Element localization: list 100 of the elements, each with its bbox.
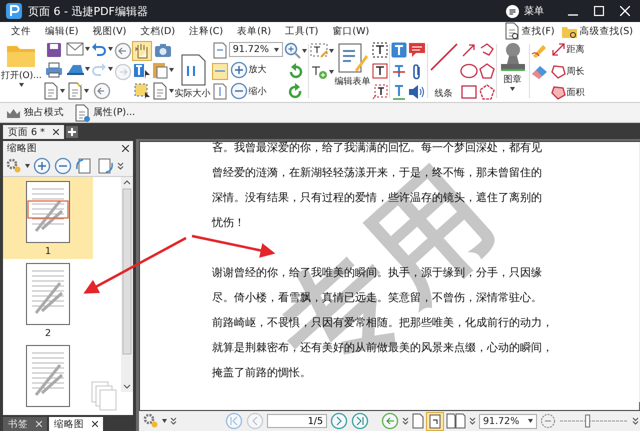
menu-item[interactable]: 工具(T) bbox=[278, 24, 326, 38]
pentagon-tool-icon[interactable] bbox=[478, 63, 495, 79]
scrollbar[interactable] bbox=[121, 177, 133, 392]
properties-button[interactable]: 属性(P)... bbox=[71, 104, 138, 122]
fit-width-icon[interactable] bbox=[212, 42, 227, 59]
caret-icon[interactable] bbox=[274, 48, 279, 52]
chevron-icon[interactable] bbox=[632, 417, 639, 425]
page-number-field[interactable]: 1/5 bbox=[267, 414, 327, 428]
page-thumbnail[interactable]: 1 bbox=[3, 177, 93, 259]
caret-icon[interactable] bbox=[108, 47, 113, 51]
caret-icon[interactable] bbox=[18, 83, 24, 87]
zoom-out-button[interactable]: 缩小 bbox=[228, 82, 268, 100]
clipboard-icon[interactable] bbox=[152, 61, 168, 79]
camera-icon[interactable] bbox=[154, 42, 172, 58]
chevron-icon[interactable] bbox=[469, 417, 476, 425]
perimeter-tool-button[interactable]: 周长 bbox=[550, 64, 586, 78]
caret-icon[interactable] bbox=[168, 89, 174, 93]
single-page-icon[interactable] bbox=[412, 413, 424, 429]
comment-icon[interactable] bbox=[408, 42, 426, 58]
arrow-tool-icon[interactable] bbox=[460, 42, 477, 58]
exclusive-mode-button[interactable]: 独占模式 bbox=[3, 106, 67, 119]
cloud-tool-icon[interactable] bbox=[478, 84, 495, 100]
fit-visible-icon[interactable] bbox=[212, 83, 227, 100]
strikethrough-icon[interactable] bbox=[390, 63, 407, 79]
text-field-icon[interactable] bbox=[310, 42, 328, 59]
caret-icon[interactable] bbox=[528, 419, 533, 423]
chevron-icon[interactable] bbox=[117, 162, 124, 170]
rotate-page-right-icon[interactable] bbox=[96, 157, 114, 175]
zoom-combobox[interactable]: 91.72% bbox=[479, 414, 537, 428]
two-page-icon[interactable] bbox=[446, 413, 466, 429]
minus-icon[interactable] bbox=[230, 82, 248, 100]
text-box-icon[interactable] bbox=[372, 42, 388, 58]
caret-icon[interactable] bbox=[510, 87, 516, 91]
caret-icon[interactable] bbox=[108, 67, 113, 71]
close-icon[interactable] bbox=[122, 145, 129, 152]
save-icon[interactable] bbox=[46, 42, 62, 58]
caret-icon[interactable] bbox=[162, 419, 167, 423]
eraser-icon[interactable] bbox=[530, 63, 549, 79]
zoom-out-icon[interactable] bbox=[540, 413, 556, 429]
advanced-find-button[interactable]: 高级查找(S) bbox=[558, 24, 636, 38]
last-page-icon[interactable] bbox=[351, 412, 369, 430]
ellipse-tool-icon[interactable] bbox=[460, 63, 478, 79]
menu-button[interactable]: 菜单 bbox=[502, 4, 548, 18]
caret-icon[interactable] bbox=[60, 89, 65, 93]
printer-icon[interactable] bbox=[44, 62, 63, 78]
hand-tool-icon[interactable] bbox=[132, 42, 151, 60]
zoom-out-icon[interactable] bbox=[54, 157, 72, 175]
open-button[interactable]: 打开(O)... bbox=[1, 42, 42, 100]
find-document-icon[interactable] bbox=[504, 22, 520, 40]
gear-icon[interactable] bbox=[6, 158, 22, 174]
maximize-icon[interactable] bbox=[594, 6, 604, 16]
caret-icon[interactable] bbox=[25, 164, 30, 168]
document-export-icon[interactable] bbox=[42, 82, 59, 100]
back-icon[interactable] bbox=[114, 42, 132, 60]
speaker-icon[interactable] bbox=[408, 84, 426, 100]
document-properties-icon[interactable] bbox=[152, 82, 168, 100]
underline-icon[interactable] bbox=[390, 84, 407, 100]
line-tool-button[interactable]: 线条 bbox=[428, 42, 459, 100]
magnifier-icon[interactable] bbox=[284, 42, 301, 59]
caret-icon[interactable] bbox=[328, 70, 334, 74]
menu-item[interactable]: 表单(R) bbox=[230, 24, 278, 38]
area-tool-button[interactable]: 面积 bbox=[550, 85, 586, 100]
slider-thumb[interactable] bbox=[585, 414, 590, 428]
properties-document-icon[interactable] bbox=[74, 104, 90, 122]
caret-icon[interactable] bbox=[84, 89, 89, 93]
menu-item[interactable]: 文件 bbox=[4, 24, 38, 38]
tab-close-icon[interactable] bbox=[52, 129, 59, 135]
caret-icon[interactable] bbox=[168, 68, 174, 72]
chevron-icon[interactable] bbox=[402, 417, 409, 425]
fit-page-icon[interactable] bbox=[212, 62, 228, 80]
go-back-icon[interactable] bbox=[381, 412, 399, 430]
panel-tab[interactable]: 缩略图 bbox=[49, 417, 103, 431]
zoom-combobox[interactable]: 91.72% bbox=[228, 42, 283, 57]
distance-tool-button[interactable]: 距离 bbox=[550, 42, 586, 57]
plus-icon[interactable] bbox=[230, 60, 248, 78]
edit-form-button[interactable]: 编辑表单 bbox=[334, 42, 371, 100]
caret-icon[interactable] bbox=[84, 47, 90, 51]
rectangle-tool-icon[interactable] bbox=[460, 84, 477, 100]
crop-select-icon[interactable] bbox=[132, 82, 151, 100]
polyline-tool-icon[interactable] bbox=[478, 42, 495, 58]
rotate-right-icon[interactable] bbox=[286, 83, 304, 100]
caret-icon[interactable] bbox=[84, 67, 90, 71]
rotate-page-left-icon[interactable] bbox=[75, 157, 93, 175]
gear-icon[interactable] bbox=[143, 413, 159, 429]
menu-item[interactable]: 注释(C) bbox=[182, 24, 230, 38]
menu-item[interactable]: 编辑(E) bbox=[38, 24, 86, 38]
tab-close-icon[interactable] bbox=[92, 421, 98, 427]
pencil-icon[interactable] bbox=[530, 42, 549, 58]
new-tab-button[interactable] bbox=[66, 126, 78, 138]
envelope-icon[interactable] bbox=[66, 42, 84, 56]
stamp-button[interactable]: 图章 bbox=[498, 42, 528, 100]
scanner-icon[interactable] bbox=[66, 62, 84, 76]
zoom-in-button[interactable]: 放大 bbox=[228, 60, 268, 78]
menu-item[interactable]: 文档(D) bbox=[133, 24, 182, 38]
actual-size-button[interactable]: 实际大小 bbox=[174, 42, 211, 100]
menu-item[interactable]: 窗口(W) bbox=[325, 24, 376, 38]
document-tab[interactable]: 页面 6 * bbox=[3, 125, 64, 139]
zoom-in-icon[interactable] bbox=[33, 157, 51, 175]
chevron-icon[interactable] bbox=[170, 417, 177, 425]
new-document-icon[interactable] bbox=[66, 82, 83, 100]
